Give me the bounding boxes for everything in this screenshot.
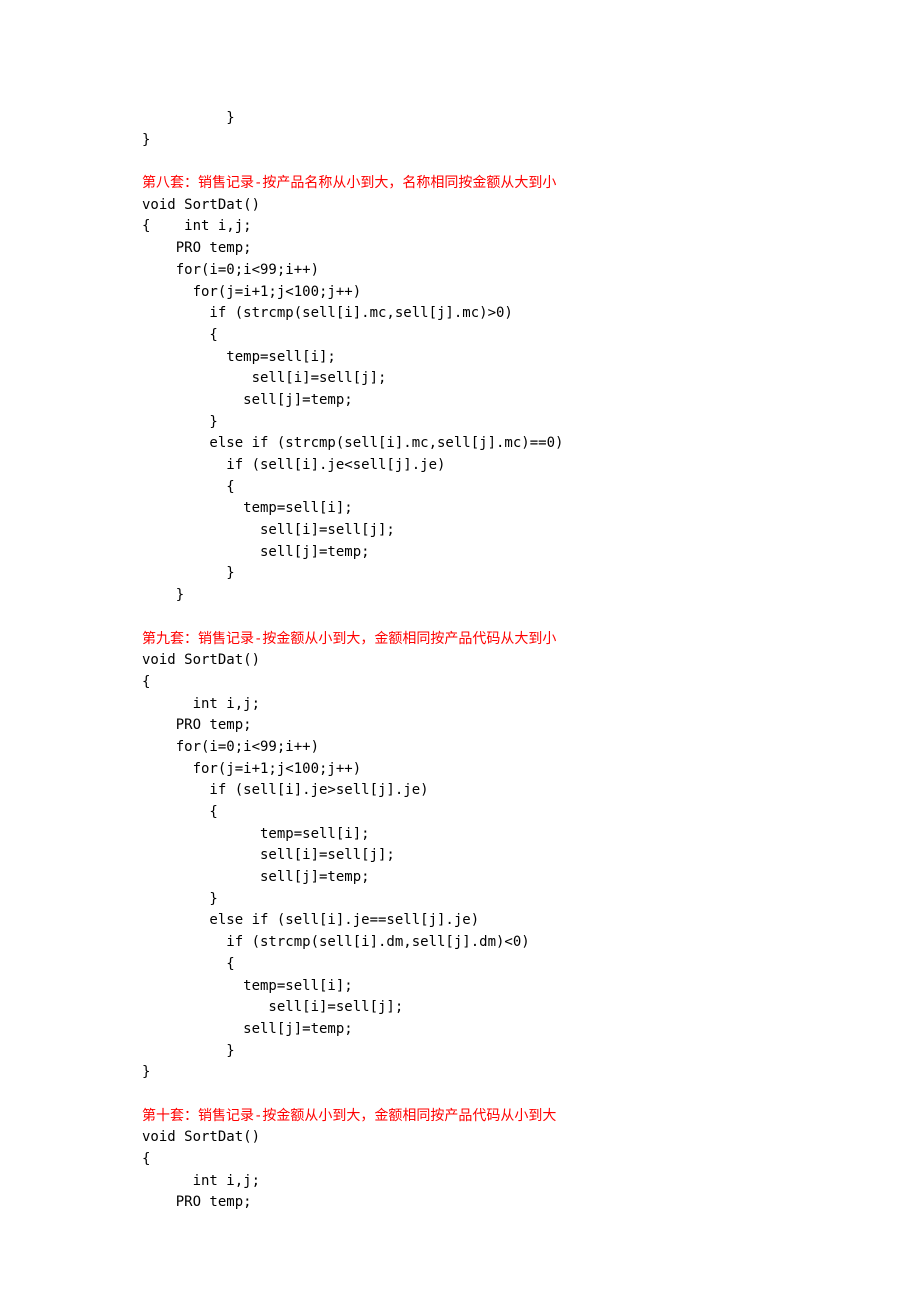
code-line: if (sell[i].je<sell[j].je) — [142, 455, 860, 477]
code-block: }} 第八套：销售记录-按产品名称从小到大，名称相同按金额从大到小void So… — [142, 108, 860, 1214]
code-line: if (strcmp(sell[i].dm,sell[j].dm)<0) — [142, 932, 860, 954]
code-line: void SortDat() — [142, 650, 860, 672]
document-page: }} 第八套：销售记录-按产品名称从小到大，名称相同按金额从大到小void So… — [0, 0, 920, 1302]
code-line: { — [142, 325, 860, 347]
code-line: { — [142, 672, 860, 694]
code-line: sell[j]=temp; — [142, 1019, 860, 1041]
code-line: else if (sell[i].je==sell[j].je) — [142, 910, 860, 932]
code-line: } — [142, 108, 860, 130]
code-line: sell[j]=temp; — [142, 390, 860, 412]
code-line: } — [142, 130, 860, 152]
code-line: void SortDat() — [142, 195, 860, 217]
code-line: { — [142, 954, 860, 976]
code-line: } — [142, 889, 860, 911]
code-line: { — [142, 477, 860, 499]
code-line: temp=sell[i]; — [142, 498, 860, 520]
code-line — [142, 1084, 860, 1106]
code-line: for(j=i+1;j<100;j++) — [142, 282, 860, 304]
code-line — [142, 151, 860, 173]
code-line: sell[i]=sell[j]; — [142, 520, 860, 542]
code-line: sell[i]=sell[j]; — [142, 997, 860, 1019]
code-line: for(i=0;i<99;i++) — [142, 260, 860, 282]
code-line: PRO temp; — [142, 715, 860, 737]
code-line: sell[j]=temp; — [142, 867, 860, 889]
code-line: } — [142, 1041, 860, 1063]
code-line: } — [142, 563, 860, 585]
code-line: temp=sell[i]; — [142, 824, 860, 846]
code-line: for(j=i+1;j<100;j++) — [142, 759, 860, 781]
code-line: } — [142, 585, 860, 607]
code-line: if (sell[i].je>sell[j].je) — [142, 780, 860, 802]
code-line: for(i=0;i<99;i++) — [142, 737, 860, 759]
code-line: { — [142, 1149, 860, 1171]
code-line: void SortDat() — [142, 1127, 860, 1149]
section-heading: 第十套：销售记录-按金额从小到大，金额相同按产品代码从小到大 — [142, 1106, 860, 1128]
section-heading: 第八套：销售记录-按产品名称从小到大，名称相同按金额从大到小 — [142, 173, 860, 195]
code-line: else if (strcmp(sell[i].mc,sell[j].mc)==… — [142, 433, 860, 455]
code-line: temp=sell[i]; — [142, 347, 860, 369]
code-line: PRO temp; — [142, 1192, 860, 1214]
code-line — [142, 607, 860, 629]
code-line: int i,j; — [142, 694, 860, 716]
section-heading: 第九套：销售记录-按金额从小到大，金额相同按产品代码从大到小 — [142, 629, 860, 651]
code-line: temp=sell[i]; — [142, 976, 860, 998]
code-line: } — [142, 1062, 860, 1084]
code-line: { — [142, 802, 860, 824]
code-line: PRO temp; — [142, 238, 860, 260]
code-line: if (strcmp(sell[i].mc,sell[j].mc)>0) — [142, 303, 860, 325]
code-line: int i,j; — [142, 1171, 860, 1193]
code-line: { int i,j; — [142, 216, 860, 238]
code-line: sell[i]=sell[j]; — [142, 845, 860, 867]
code-line: } — [142, 412, 860, 434]
code-line: sell[j]=temp; — [142, 542, 860, 564]
code-line: sell[i]=sell[j]; — [142, 368, 860, 390]
